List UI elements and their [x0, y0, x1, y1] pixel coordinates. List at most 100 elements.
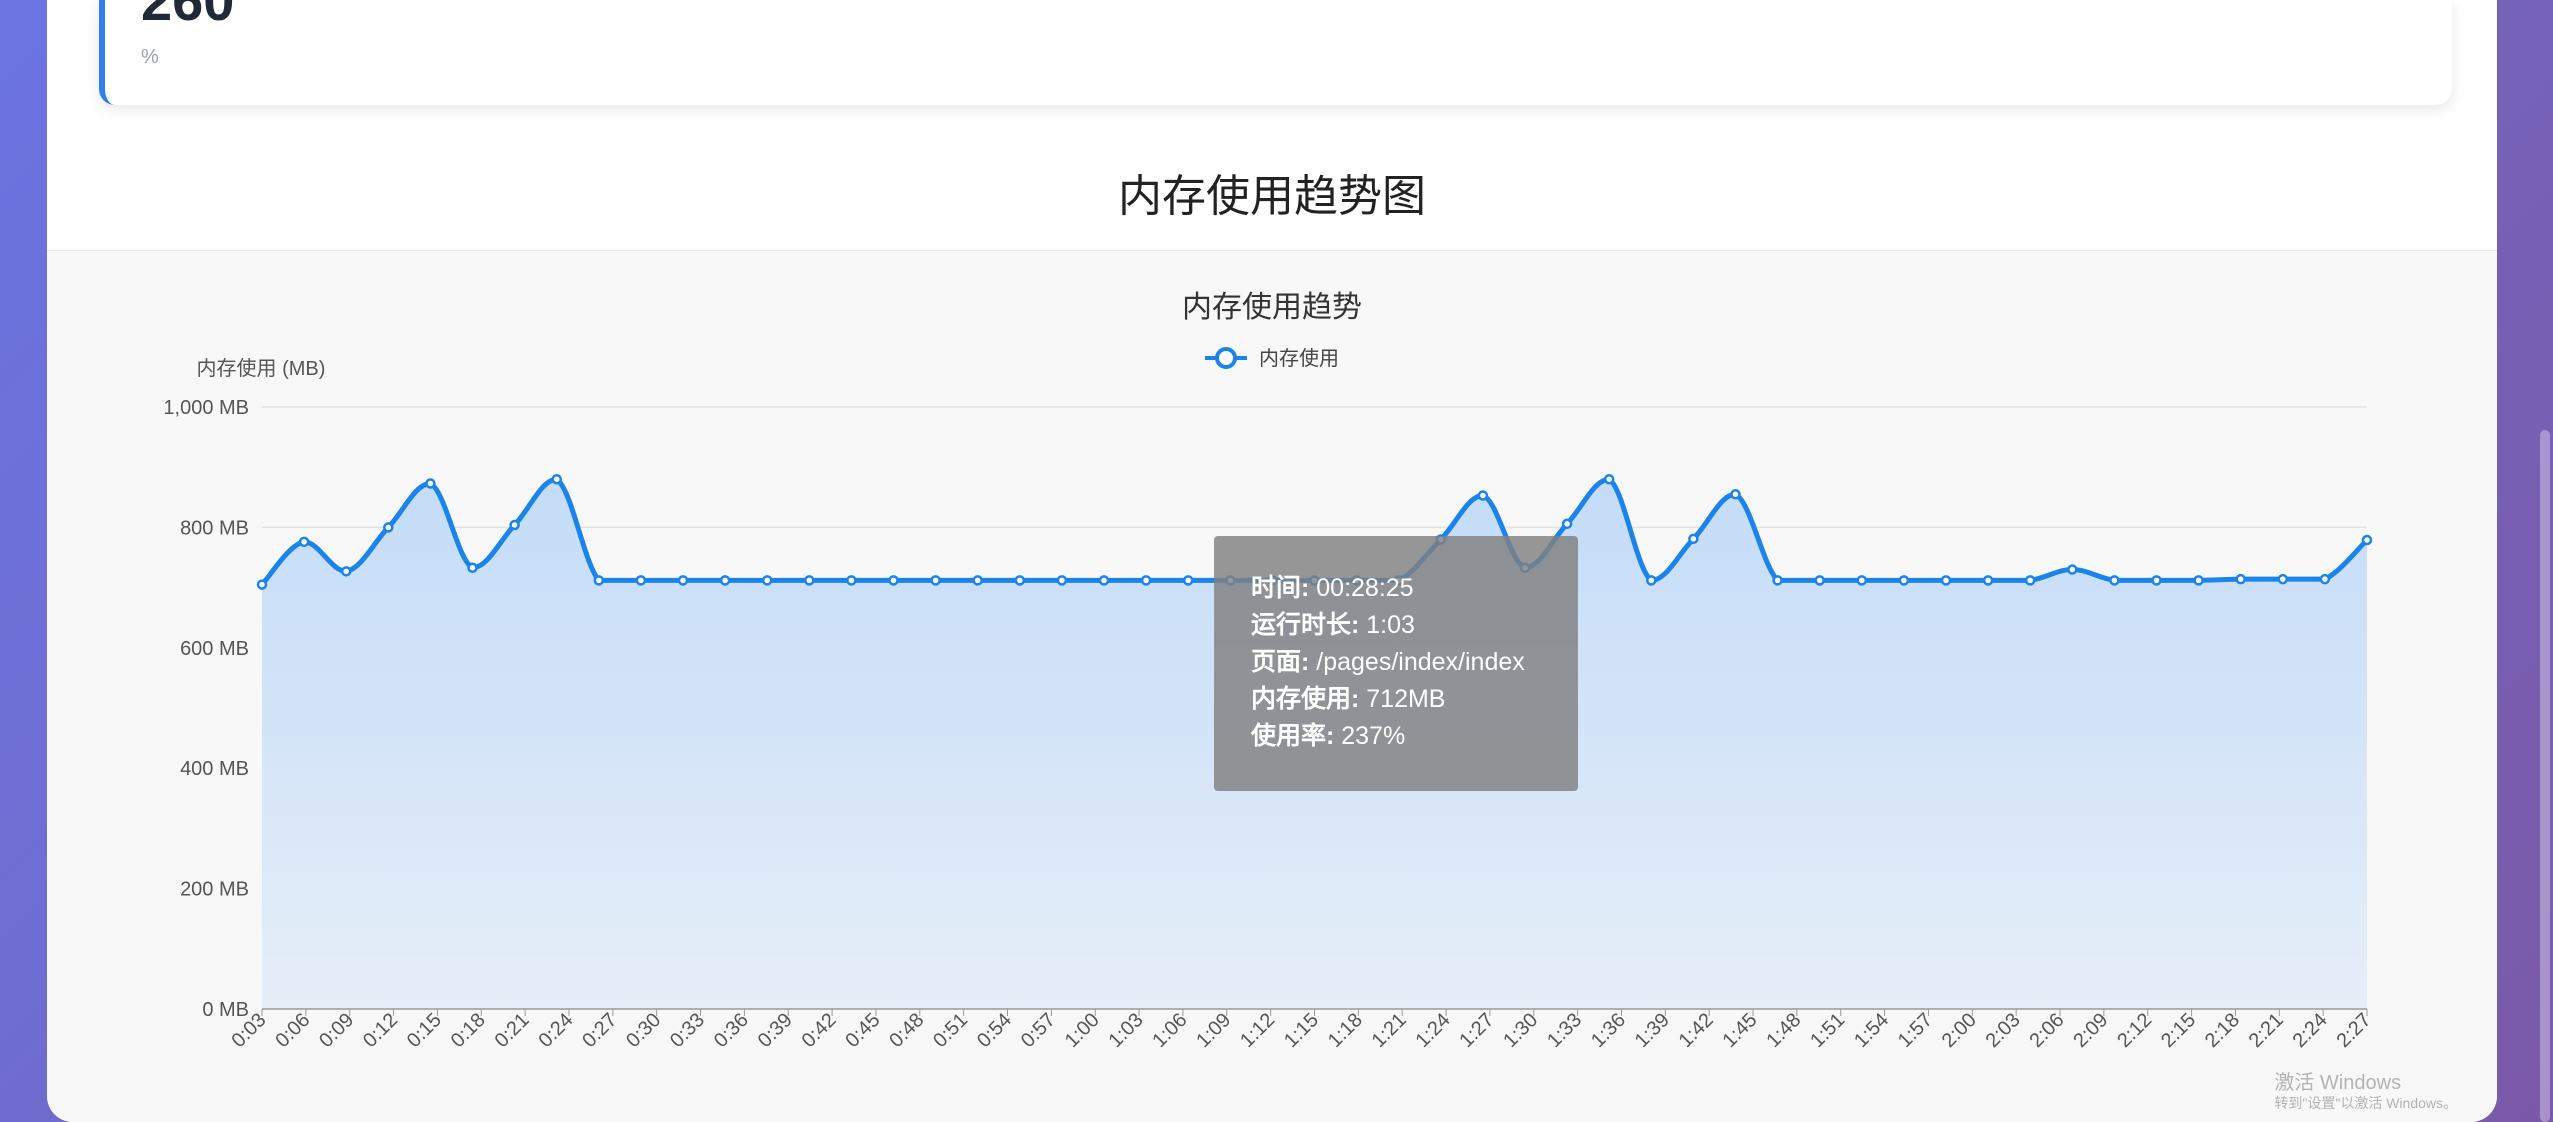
y-axis-ticks: 0 MB 200 MB 400 MB 600 MB 800 MB 1,000 MB	[163, 397, 249, 1021]
stat-value: 260	[141, 0, 235, 32]
data-point[interactable]	[888, 575, 899, 586]
data-point[interactable]	[1814, 575, 1825, 586]
tooltip-memory: 内存使用: 712MB	[1251, 684, 1446, 713]
usage-stat-card: 260 %	[99, 0, 2452, 105]
windows-activation-watermark: 激活 Windows 转到"设置"以激活 Windows。	[2274, 1071, 2457, 1112]
data-point[interactable]	[719, 575, 731, 586]
data-point[interactable]	[1940, 575, 1952, 586]
section-title: 内存使用趋势图	[1118, 172, 1426, 221]
x-tick-label: 1:45	[1718, 1009, 1761, 1052]
data-point[interactable]	[677, 575, 689, 586]
x-tick-label: 0:51	[929, 1009, 972, 1052]
x-tick-label: 0:45	[841, 1009, 884, 1052]
x-tick-label: 0:33	[666, 1009, 709, 1052]
legend[interactable]: 内存使用	[1205, 347, 1339, 370]
y-tick-label: 600 MB	[180, 638, 249, 660]
x-tick-label: 2:24	[2289, 1009, 2332, 1052]
data-point[interactable]	[1772, 575, 1783, 586]
data-point[interactable]	[1898, 575, 1910, 586]
x-tick-label: 1:30	[1499, 1009, 1542, 1052]
data-point[interactable]	[2024, 575, 2036, 586]
memory-trend-chart[interactable]: 内存使用趋势 内存使用 内存使用 (MB) 0 MB 200 MB 400 MB 60…	[47, 251, 2497, 1122]
data-point[interactable]	[1561, 518, 1573, 530]
x-tick-label: 0:42	[798, 1009, 841, 1052]
data-point[interactable]	[761, 575, 773, 586]
x-tick-label: 0:48	[885, 1009, 928, 1052]
watermark-line-1: 激活 Windows	[2274, 1072, 2402, 1095]
data-point[interactable]	[1646, 575, 1657, 586]
x-tick-label: 0:15	[403, 1009, 446, 1052]
page-scrollbar[interactable]	[2533, 0, 2553, 1122]
x-tick-label: 0:36	[710, 1009, 753, 1052]
y-tick-label: 0 MB	[202, 999, 249, 1021]
data-point[interactable]	[930, 575, 941, 586]
x-tick-label: 1:12	[1236, 1009, 1279, 1052]
data-point[interactable]	[1856, 575, 1868, 586]
data-point[interactable]	[467, 562, 478, 573]
legend-marker-icon	[1215, 347, 1237, 369]
data-point[interactable]	[551, 473, 562, 485]
data-point[interactable]	[2235, 573, 2246, 585]
tooltip-usage-rate: 使用率: 237%	[1250, 721, 1405, 750]
x-tick-label: 1:51	[1806, 1009, 1849, 1052]
data-point[interactable]	[425, 478, 436, 489]
data-point[interactable]	[635, 575, 647, 586]
data-point[interactable]	[972, 575, 983, 586]
x-tick-label: 0:06	[271, 1009, 314, 1052]
data-point[interactable]	[2277, 573, 2289, 585]
x-tick-label: 2:06	[2025, 1009, 2068, 1052]
data-point[interactable]	[256, 579, 268, 590]
x-tick-label: 1:48	[1762, 1009, 1805, 1052]
data-point[interactable]	[1603, 473, 1615, 485]
data-point[interactable]	[1182, 575, 1194, 586]
data-point[interactable]	[2361, 534, 2373, 546]
legend-label[interactable]: 内存使用	[1259, 347, 1339, 370]
x-tick-label: 1:15	[1280, 1009, 1323, 1052]
data-point[interactable]	[1014, 575, 1026, 586]
data-point[interactable]	[2319, 573, 2331, 585]
x-tick-label: 1:42	[1675, 1009, 1718, 1052]
data-point[interactable]	[2193, 575, 2204, 586]
tooltip-duration: 运行时长: 1:03	[1251, 611, 1415, 639]
x-tick-label: 0:39	[754, 1009, 797, 1052]
tooltip: 时间: 00:28:25 运行时长: 1:03 页面: /pages/index…	[1214, 536, 1578, 791]
x-tick-label: 2:09	[2069, 1009, 2112, 1052]
data-point[interactable]	[1140, 575, 1152, 586]
x-tick-label: 1:00	[1061, 1009, 1104, 1052]
x-tick-label: 2:12	[2113, 1009, 2156, 1052]
scrollbar-thumb[interactable]	[2540, 430, 2550, 1122]
data-point[interactable]	[1098, 575, 1110, 586]
chart-title: 内存使用趋势	[1182, 291, 1362, 324]
data-point[interactable]	[1477, 490, 1489, 501]
tooltip-time: 时间: 00:28:25	[1251, 574, 1414, 602]
data-point[interactable]	[1688, 533, 1699, 545]
x-tick-label: 1:39	[1631, 1009, 1674, 1052]
x-tick-label: 0:24	[534, 1009, 577, 1052]
x-tick-label: 0:18	[447, 1009, 490, 1052]
data-point[interactable]	[2067, 564, 2078, 575]
x-tick-label: 2:18	[2201, 1009, 2244, 1052]
x-tick-label: 1:27	[1455, 1009, 1498, 1052]
x-tick-label: 2:00	[1938, 1009, 1981, 1052]
data-point[interactable]	[1056, 575, 1068, 586]
content-panel: 260 % 内存使用趋势图 内存使用趋势 内存使用 内存使用 (MB) 0 MB…	[47, 0, 2497, 1122]
data-point[interactable]	[846, 575, 857, 586]
data-point[interactable]	[2151, 575, 2162, 586]
data-point[interactable]	[1730, 489, 1741, 500]
x-tick-label: 1:09	[1192, 1009, 1235, 1052]
chart-container[interactable]: 内存使用趋势 内存使用 内存使用 (MB) 0 MB 200 MB 400 MB 60…	[47, 250, 2497, 1122]
data-point[interactable]	[340, 566, 352, 577]
x-axis-ticks: 0:03 0:06 0:09 0:12 0:15 0:18 0:21 0:24 0:27 0:30…	[227, 1009, 2375, 1052]
x-tick-label: 0:21	[491, 1009, 534, 1052]
x-tick-label: 0:27	[578, 1009, 621, 1052]
data-point[interactable]	[593, 575, 605, 586]
y-tick-label: 200 MB	[180, 879, 249, 901]
data-point[interactable]	[1982, 575, 1994, 586]
x-tick-label: 2:15	[2157, 1009, 2200, 1052]
x-tick-label: 0:09	[315, 1009, 358, 1052]
data-point[interactable]	[804, 575, 815, 586]
data-point[interactable]	[509, 519, 520, 531]
data-point[interactable]	[383, 522, 394, 533]
data-point[interactable]	[2109, 575, 2120, 586]
data-point[interactable]	[298, 536, 310, 548]
